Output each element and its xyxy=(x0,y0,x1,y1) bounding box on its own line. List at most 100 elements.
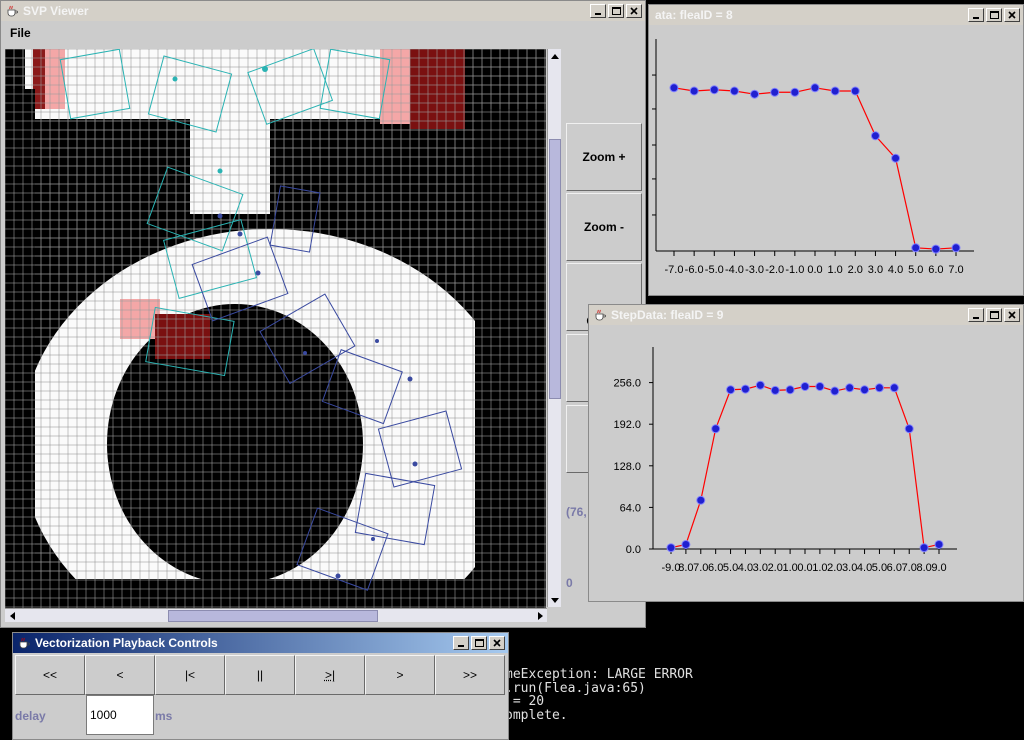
x-tick-label: -5.0 xyxy=(705,264,724,276)
data-point xyxy=(810,83,820,93)
zoom-out-button[interactable]: Zoom - xyxy=(566,193,642,261)
playback-titlebar[interactable]: Vectorization Playback Controls xyxy=(13,633,508,653)
data-point xyxy=(830,86,840,96)
x-tick-label: 8.0 xyxy=(678,562,693,574)
scroll-up-icon[interactable] xyxy=(548,49,561,62)
window-title: Vectorization Playback Controls xyxy=(35,636,218,650)
go-to-end-button[interactable]: >| xyxy=(295,655,365,695)
data-point xyxy=(681,539,691,549)
horizontal-scrollbar[interactable] xyxy=(5,608,547,622)
x-tick-label: 8.0 xyxy=(916,562,931,574)
x-tick-label: 2.0 xyxy=(768,562,783,574)
step-back-button[interactable]: < xyxy=(85,655,155,695)
x-tick-label: -4.0 xyxy=(725,264,744,276)
maximize-button[interactable] xyxy=(608,4,624,18)
occupancy-grid-canvas[interactable] xyxy=(5,49,546,609)
data-point xyxy=(845,383,855,393)
x-tick-label: 5.0 xyxy=(872,562,887,574)
close-button[interactable] xyxy=(1004,8,1020,22)
horizontal-scroll-thumb[interactable] xyxy=(168,610,378,622)
delay-input[interactable]: 1000 xyxy=(86,695,154,735)
x-tick-label: 6.0 xyxy=(887,562,902,574)
x-tick-label: 5.0 xyxy=(908,264,923,276)
vertical-scrollbar[interactable] xyxy=(547,49,561,607)
y-tick-label: 128.0 xyxy=(613,461,641,473)
fast-forward-button[interactable]: >> xyxy=(435,655,505,695)
graph-9-titlebar[interactable]: StepData: fleaID = 9 xyxy=(589,305,1023,325)
minimize-button[interactable] xyxy=(453,636,469,650)
data-point xyxy=(729,86,739,96)
x-tick-label: -6.0 xyxy=(685,264,704,276)
data-point xyxy=(904,424,914,434)
ms-unit-label: ms xyxy=(155,709,173,723)
maximize-button[interactable] xyxy=(471,636,487,650)
menu-file[interactable]: File xyxy=(10,26,31,40)
data-point xyxy=(951,243,961,253)
chart-plot-area: -7.0 -6.0 -5.0 -4.0 -3.0 -2.0 -1.0 0.0 1.0 2.0 3.0… xyxy=(649,25,1023,295)
java-cup-icon xyxy=(17,636,31,650)
chart-plot-area: -9.0 8.0 7.0 6.0 5.0 4.0 3.0 2.0 1.0 0.0 1.0 2.0 3.0… xyxy=(589,325,1023,601)
x-tick-label: -3.0 xyxy=(745,264,764,276)
data-point xyxy=(726,385,736,395)
close-button[interactable] xyxy=(489,636,505,650)
x-tick-label: 1.0 xyxy=(812,562,827,574)
series-line xyxy=(670,384,940,549)
x-tick-label: -2.0 xyxy=(765,264,784,276)
window-title: SVP Viewer xyxy=(23,4,89,18)
graph-8-titlebar[interactable]: ata: fleaID = 8 xyxy=(649,5,1023,25)
java-cup-icon xyxy=(5,4,19,18)
data-point xyxy=(815,382,825,391)
series-line xyxy=(673,87,957,250)
data-point xyxy=(755,380,765,390)
console-line: .run(Flea.java:65) xyxy=(505,680,646,696)
data-point xyxy=(911,243,921,253)
go-to-start-button[interactable]: |< xyxy=(155,655,225,695)
pause-button[interactable]: || xyxy=(225,655,295,695)
scroll-left-icon[interactable] xyxy=(5,609,18,622)
maximize-button[interactable] xyxy=(986,8,1002,22)
menu-bar: File xyxy=(1,21,645,43)
x-tick-label: 9.0 xyxy=(931,562,946,574)
x-tick-label: 6.0 xyxy=(708,562,723,574)
close-button[interactable] xyxy=(1004,308,1020,322)
step-chart-8: -7.0 -6.0 -5.0 -4.0 -3.0 -2.0 -1.0 0.0 1.0 2.0 3.0… xyxy=(652,39,974,276)
scroll-right-icon[interactable] xyxy=(534,609,547,622)
x-tick-label: 0.0 xyxy=(797,562,812,574)
x-tick-label: 1.0 xyxy=(782,562,797,574)
rewind-fast-button[interactable]: << xyxy=(15,655,85,695)
data-point xyxy=(709,85,719,95)
y-tick-label: 256.0 xyxy=(613,378,641,390)
data-point xyxy=(669,83,679,93)
coordinate-readout-zero: 0 xyxy=(566,576,573,590)
x-tick-label: 5.0 xyxy=(723,562,738,574)
graph-window-flea-8: ata: fleaID = 8 -7.0 -6.0 -5.0 -4.0 -3.0 -2.0… xyxy=(648,4,1024,296)
playback-controls-window: Vectorization Playback Controls << < |< … xyxy=(12,632,509,740)
data-point xyxy=(770,385,780,395)
data-point xyxy=(696,495,706,505)
data-point xyxy=(860,385,870,395)
minimize-button[interactable] xyxy=(590,4,606,18)
svp-viewer-titlebar[interactable]: SVP Viewer xyxy=(1,1,645,21)
data-point xyxy=(931,244,941,254)
step-forward-button[interactable]: > xyxy=(365,655,435,695)
console-line: omplete. xyxy=(505,707,568,723)
console-output: meException: LARGE ERROR .run(Flea.java:… xyxy=(505,668,805,722)
maximize-button[interactable] xyxy=(986,308,1002,322)
java-cup-icon xyxy=(593,308,607,322)
window-title: ata: fleaID = 8 xyxy=(655,8,733,22)
x-tick-label: 7.0 xyxy=(902,562,917,574)
minimize-button[interactable] xyxy=(968,8,984,22)
scroll-down-icon[interactable] xyxy=(548,594,561,607)
data-point xyxy=(770,87,780,97)
y-tick-label: 64.0 xyxy=(620,502,641,514)
minimize-button[interactable] xyxy=(968,308,984,322)
data-point xyxy=(711,424,721,434)
x-tick-label: 3.0 xyxy=(753,562,768,574)
window-title: StepData: fleaID = 9 xyxy=(611,308,724,322)
zoom-in-button[interactable]: Zoom + xyxy=(566,123,642,191)
vertical-scroll-thumb[interactable] xyxy=(549,139,561,399)
x-tick-label: 4.0 xyxy=(888,264,903,276)
close-button[interactable] xyxy=(626,4,642,18)
x-tick-label: 0.0 xyxy=(807,264,822,276)
data-point xyxy=(800,382,810,391)
